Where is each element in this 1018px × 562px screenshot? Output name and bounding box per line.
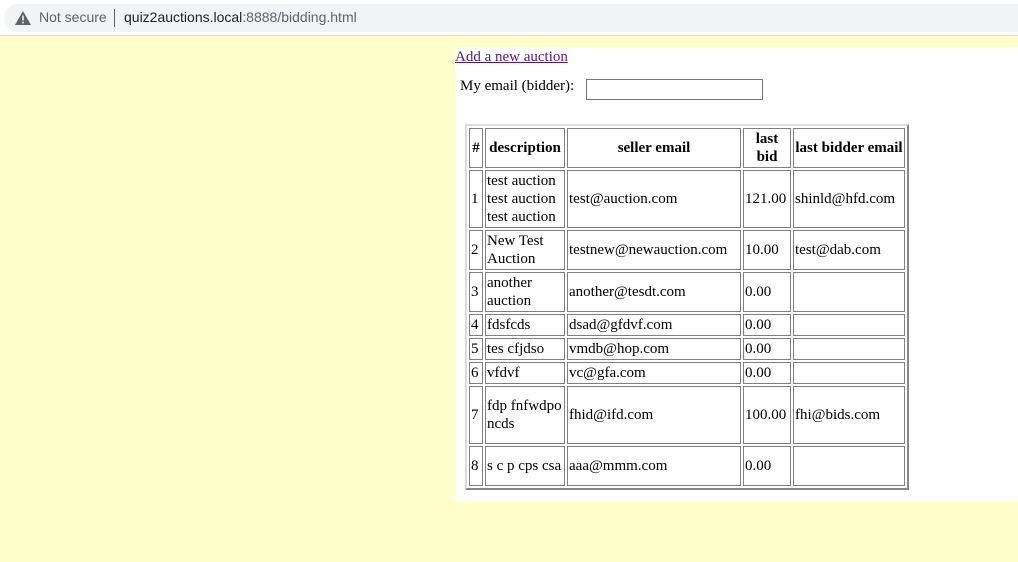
email-label: My email (bidder): [460,78,575,94]
row-last-bid: 0.00 [743,272,791,312]
url-host: quiz2auctions.local [124,9,243,25]
header-last-bidder-email: last bidder email [793,128,905,168]
header-seller-email: seller email [567,128,741,168]
warning-icon[interactable] [14,10,32,26]
url-text[interactable]: quiz2auctions.local:8888/bidding.html [124,9,357,25]
table-header-row: # description seller email last bid last… [469,128,905,168]
row-last-bid: 0.00 [743,362,791,384]
email-input[interactable] [586,79,763,100]
table-row: 8 s c p cps csa aaa@mmm.com 0.00 [469,446,905,486]
row-last-bidder-email [793,314,905,336]
table-row: 1 test auction test auction test auction… [469,170,905,228]
table-row: 4 fdsfcds dsad@gfdvf.com 0.00 [469,314,905,336]
row-last-bidder-email [793,272,905,312]
row-description: fdsfcds [485,314,565,336]
row-description: tes cfjdso [485,338,565,360]
table-row: 3 another auction another@tesdt.com 0.00 [469,272,905,312]
row-description: New Test Auction [485,230,565,270]
add-auction-link[interactable]: Add a new auction [455,49,568,66]
row-description: fdp fnfwdpo ncds [485,386,565,444]
row-last-bid: 0.00 [743,314,791,336]
url-path: :8888/bidding.html [242,9,357,25]
content-panel: Add a new auction My email (bidder): # d… [455,47,1018,501]
row-seller-email: vmdb@hop.com [567,338,741,360]
row-last-bid: 0.00 [743,446,791,486]
row-last-bid: 121.00 [743,170,791,228]
row-number: 5 [469,338,483,360]
row-seller-email: vc@gfa.com [567,362,741,384]
row-last-bidder-email [793,362,905,384]
row-last-bid: 0.00 [743,338,791,360]
row-seller-email: fhid@ifd.com [567,386,741,444]
header-last-bid: last bid [743,128,791,168]
security-label[interactable]: Not secure [39,9,107,25]
row-number: 6 [469,362,483,384]
row-seller-email: testnew@newauction.com [567,230,741,270]
row-description: test auction test auction test auction [485,170,565,228]
row-number: 2 [469,230,483,270]
row-number: 4 [469,314,483,336]
row-last-bidder-email: fhi@bids.com [793,386,905,444]
row-seller-email: dsad@gfdvf.com [567,314,741,336]
row-seller-email: test@auction.com [567,170,741,228]
row-description: another auction [485,272,565,312]
row-description: s c p cps csa [485,446,565,486]
address-bar: Not secure quiz2auctions.local:8888/bidd… [0,0,1018,36]
row-last-bidder-email: shinld@hfd.com [793,170,905,228]
row-last-bid: 10.00 [743,230,791,270]
row-number: 7 [469,386,483,444]
row-last-bidder-email: test@dab.com [793,230,905,270]
row-number: 3 [469,272,483,312]
table-row: 5 tes cfjdso vmdb@hop.com 0.00 [469,338,905,360]
omnibox[interactable]: Not secure quiz2auctions.local:8888/bidd… [4,4,1018,32]
row-seller-email: another@tesdt.com [567,272,741,312]
row-number: 8 [469,446,483,486]
row-last-bid: 100.00 [743,386,791,444]
row-seller-email: aaa@mmm.com [567,446,741,486]
table-row: 2 New Test Auction testnew@newauction.co… [469,230,905,270]
auctions-table: # description seller email last bid last… [465,124,909,490]
table-row: 7 fdp fnfwdpo ncds fhid@ifd.com 100.00 f… [469,386,905,444]
header-number: # [469,128,483,168]
table-row: 6 vfdvf vc@gfa.com 0.00 [469,362,905,384]
row-last-bidder-email [793,446,905,486]
row-description: vfdvf [485,362,565,384]
address-divider [114,9,115,27]
row-number: 1 [469,170,483,228]
header-description: description [485,128,565,168]
row-last-bidder-email [793,338,905,360]
